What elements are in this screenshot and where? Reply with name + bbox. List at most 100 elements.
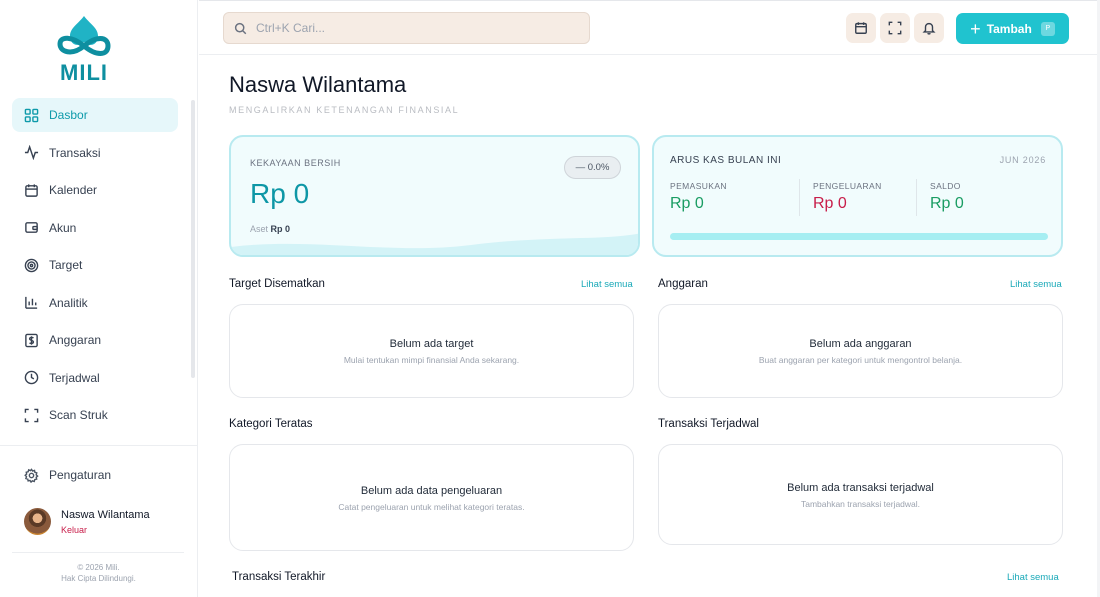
divider: [12, 552, 184, 553]
sidebar-item-dasbor[interactable]: Dasbor: [12, 98, 178, 132]
sidebar-item-scan-struk[interactable]: Scan Struk: [12, 398, 178, 432]
net-worth-label: KEKAYAAN BERSIH: [250, 158, 341, 168]
page-title: Naswa Wilantama: [229, 72, 407, 97]
sidebar-item-kalender[interactable]: Kalender: [12, 173, 178, 207]
cashflow-month: JUN 2026: [999, 155, 1046, 165]
balance-stat: SALDO Rp 0: [930, 181, 964, 213]
activity-icon: [24, 145, 39, 160]
sidebar-item-target[interactable]: Target: [12, 248, 178, 282]
search-box[interactable]: [223, 12, 590, 44]
shortcut-badge: P: [1040, 21, 1055, 36]
pinned-goals-see-all-link[interactable]: Lihat semua: [581, 279, 633, 290]
sidebar-item-pengaturan[interactable]: Pengaturan: [12, 458, 178, 492]
dollar-icon: [25, 333, 38, 347]
settings-label: Pengaturan: [49, 468, 112, 482]
notifications-button[interactable]: [914, 13, 944, 43]
calendar-icon: [25, 183, 38, 197]
top-categories-empty-state: Belum ada data pengeluaran Catat pengelu…: [229, 444, 634, 551]
balance-value: Rp 0: [930, 195, 964, 212]
fullscreen-button[interactable]: [880, 13, 910, 43]
user-name: Naswa Wilantama: [61, 508, 150, 521]
sidebar-item-label: Akun: [49, 220, 77, 235]
grid-icon: [24, 108, 39, 122]
recent-see-all-link[interactable]: Lihat semua: [1007, 572, 1059, 583]
divider: [0, 445, 197, 446]
mili-logo[interactable]: MILI: [52, 14, 116, 86]
empty-title: Belum ada transaksi terjadwal: [787, 482, 934, 494]
net-worth-value: Rp 0: [250, 178, 310, 209]
expense-label: PENGELUARAN: [813, 181, 882, 191]
pinned-goals-title: Target Disematkan: [229, 278, 325, 290]
divider: [799, 179, 800, 216]
copyright-line: Hak Cipta Dilindungi.: [61, 574, 136, 583]
sidebar-item-akun[interactable]: Akun: [12, 211, 178, 245]
plus-icon: +: [970, 18, 981, 39]
gear-icon: [24, 467, 39, 483]
brand-name: MILI: [60, 60, 108, 85]
scheduled-empty-state: Belum ada transaksi terjadwal Tambahkan …: [658, 444, 1063, 545]
page-subtitle: MENGALIRKAN KETENANGAN FINANSIAL: [229, 105, 460, 115]
user-profile[interactable]: Naswa Wilantama Keluar: [24, 508, 150, 535]
logout-link[interactable]: Keluar: [61, 525, 150, 535]
target-icon: [24, 258, 39, 272]
sidebar-item-label: Transaksi: [49, 145, 101, 160]
change-badge: — 0.0%: [564, 156, 621, 179]
expense-value: Rp 0: [813, 195, 847, 212]
empty-description: Mulai tentukan mimpi finansial Anda seka…: [343, 355, 520, 365]
calendar-icon: [855, 22, 867, 34]
add-button-label: Tambah: [986, 21, 1032, 36]
add-button[interactable]: + Tambah P: [956, 13, 1069, 44]
balance-label: SALDO: [930, 181, 961, 191]
sidebar-item-label: Analitik: [49, 295, 88, 310]
top-categories-title: Kategori Teratas: [229, 418, 313, 430]
top-bar: + Tambah P: [199, 0, 1100, 55]
cashflow-card: ARUS KAS BULAN INI JUN 2026 PEMASUKAN Rp…: [652, 135, 1063, 257]
budget-empty-state: Belum ada anggaran Buat anggaran per kat…: [658, 304, 1063, 398]
net-worth-card: KEKAYAAN BERSIH Rp 0 — 0.0% Aset Rp 0: [229, 135, 640, 257]
sidebar-item-label: Target: [49, 258, 83, 272]
scheduled-title: Transaksi Terjadwal: [658, 418, 759, 430]
empty-title: Belum ada target: [389, 338, 474, 350]
budget-see-all-link[interactable]: Lihat semua: [1010, 279, 1062, 290]
sidebar-nav: Dasbor Transaksi Kalender Akun Target An…: [12, 98, 178, 436]
income-label: PEMASUKAN: [670, 181, 727, 191]
sidebar-item-label: Scan Struk: [49, 408, 108, 422]
sidebar: MILI Dasbor Transaksi Kalender Akun Targ…: [0, 0, 198, 597]
sidebar-item-label: Kalender: [49, 183, 98, 197]
wave-decoration: [231, 233, 638, 255]
budget-title: Anggaran: [658, 278, 708, 290]
cashflow-progress-bar: [670, 233, 1048, 240]
empty-description: Catat pengeluaran untuk melihat kategori…: [338, 502, 525, 512]
income-stat: PEMASUKAN Rp 0: [670, 181, 727, 213]
search-input[interactable]: [256, 21, 556, 35]
sidebar-item-anggaran[interactable]: Anggaran: [12, 323, 178, 357]
empty-title: Belum ada anggaran: [809, 338, 912, 350]
divider: [916, 179, 917, 216]
pinned-goals-empty-state: Belum ada target Mulai tentukan mimpi fi…: [229, 304, 634, 398]
infinity-drop-icon: [57, 16, 111, 56]
sidebar-item-label: Dasbor: [49, 108, 88, 122]
recent-transactions-title: Transaksi Terakhir: [232, 571, 326, 583]
fullscreen-icon: [888, 21, 902, 35]
scan-icon: [24, 408, 39, 422]
expense-stat: PENGELUARAN Rp 0: [813, 181, 882, 213]
bell-icon: [922, 22, 936, 35]
sidebar-item-label: Terjadwal: [49, 370, 100, 385]
sidebar-scrollbar[interactable]: [191, 100, 195, 378]
empty-description: Tambahkan transaksi terjadwal.: [800, 499, 921, 509]
wallet-icon: [25, 222, 38, 233]
income-value: Rp 0: [670, 195, 704, 212]
sidebar-item-terjadwal[interactable]: Terjadwal: [12, 361, 178, 395]
sidebar-item-analitik[interactable]: Analitik: [12, 286, 178, 320]
copyright-line: © 2026 Mili.: [77, 563, 120, 572]
calendar-button[interactable]: [846, 13, 876, 43]
sidebar-item-transaksi[interactable]: Transaksi: [12, 136, 178, 170]
avatar[interactable]: [24, 508, 51, 535]
empty-title: Belum ada data pengeluaran: [360, 485, 503, 497]
sidebar-item-label: Anggaran: [49, 333, 102, 347]
bar-chart-icon: [25, 296, 38, 309]
clock-icon: [24, 370, 39, 385]
empty-description: Buat anggaran per kategori untuk mengont…: [758, 355, 963, 365]
cashflow-label: ARUS KAS BULAN INI: [670, 155, 782, 166]
copyright: © 2026 Mili. Hak Cipta Dilindungi.: [0, 562, 197, 584]
